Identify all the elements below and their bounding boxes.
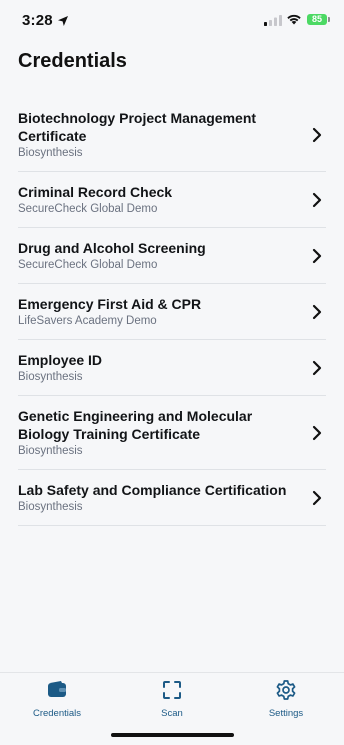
tab-credentials[interactable]: Credentials xyxy=(7,679,107,719)
credential-row[interactable]: Criminal Record Check SecureCheck Global… xyxy=(18,172,326,228)
chevron-right-icon xyxy=(312,248,322,263)
credential-title: Emergency First Aid & CPR xyxy=(18,296,202,312)
status-bar: 3:28 85 xyxy=(0,0,344,44)
credential-row[interactable]: Lab Safety and Compliance Certification … xyxy=(18,470,326,526)
credential-issuer: Biosynthesis xyxy=(18,501,83,513)
tab-settings[interactable]: Settings xyxy=(236,679,336,719)
credential-row[interactable]: Drug and Alcohol Screening SecureCheck G… xyxy=(18,228,326,284)
status-time: 3:28 xyxy=(22,12,69,29)
credential-row[interactable]: Genetic Engineering and Molecular Biolog… xyxy=(18,396,326,470)
credential-issuer: Biosynthesis xyxy=(18,147,83,159)
credential-issuer: Biosynthesis xyxy=(18,445,83,457)
status-time-text: 3:28 xyxy=(22,12,53,29)
chevron-right-icon xyxy=(312,360,322,375)
credential-row[interactable]: Employee ID Biosynthesis xyxy=(18,340,326,396)
credential-title: Drug and Alcohol Screening xyxy=(18,240,206,256)
page-title: Credentials xyxy=(18,50,127,72)
wifi-icon xyxy=(287,14,301,25)
credential-issuer: LifeSavers Academy Demo xyxy=(18,315,157,327)
credential-title: Criminal Record Check xyxy=(18,184,173,200)
home-indicator xyxy=(111,733,234,737)
credential-title: Genetic Engineering and Molecular Biolog… xyxy=(18,408,253,442)
credential-issuer: SecureCheck Global Demo xyxy=(18,259,158,271)
credentials-list: Biotechnology Project Management Certifi… xyxy=(18,98,326,526)
credential-row[interactable]: Emergency First Aid & CPR LifeSavers Aca… xyxy=(18,284,326,340)
tab-scan[interactable]: Scan xyxy=(122,679,222,719)
tab-label: Credentials xyxy=(32,708,82,719)
battery-indicator: 85 xyxy=(307,14,330,25)
chevron-right-icon xyxy=(312,425,322,440)
chevron-right-icon xyxy=(312,490,322,505)
chevron-right-icon xyxy=(312,127,322,142)
credential-title: Lab Safety and Compliance Certification xyxy=(18,482,287,498)
scan-icon xyxy=(163,681,181,699)
credential-row[interactable]: Biotechnology Project Management Certifi… xyxy=(18,98,326,172)
tab-label: Scan xyxy=(161,708,183,719)
location-arrow-icon xyxy=(57,15,68,26)
credential-issuer: SecureCheck Global Demo xyxy=(18,203,158,215)
credential-title: Employee ID xyxy=(18,352,103,368)
wallet-icon xyxy=(48,681,66,697)
chevron-right-icon xyxy=(312,304,322,319)
tab-label: Settings xyxy=(268,708,304,719)
cellular-signal-icon xyxy=(264,15,282,26)
chevron-right-icon xyxy=(312,192,322,207)
gear-icon xyxy=(276,680,296,700)
credential-issuer: Biosynthesis xyxy=(18,371,83,383)
credential-title: Biotechnology Project Management Certifi… xyxy=(18,110,257,144)
